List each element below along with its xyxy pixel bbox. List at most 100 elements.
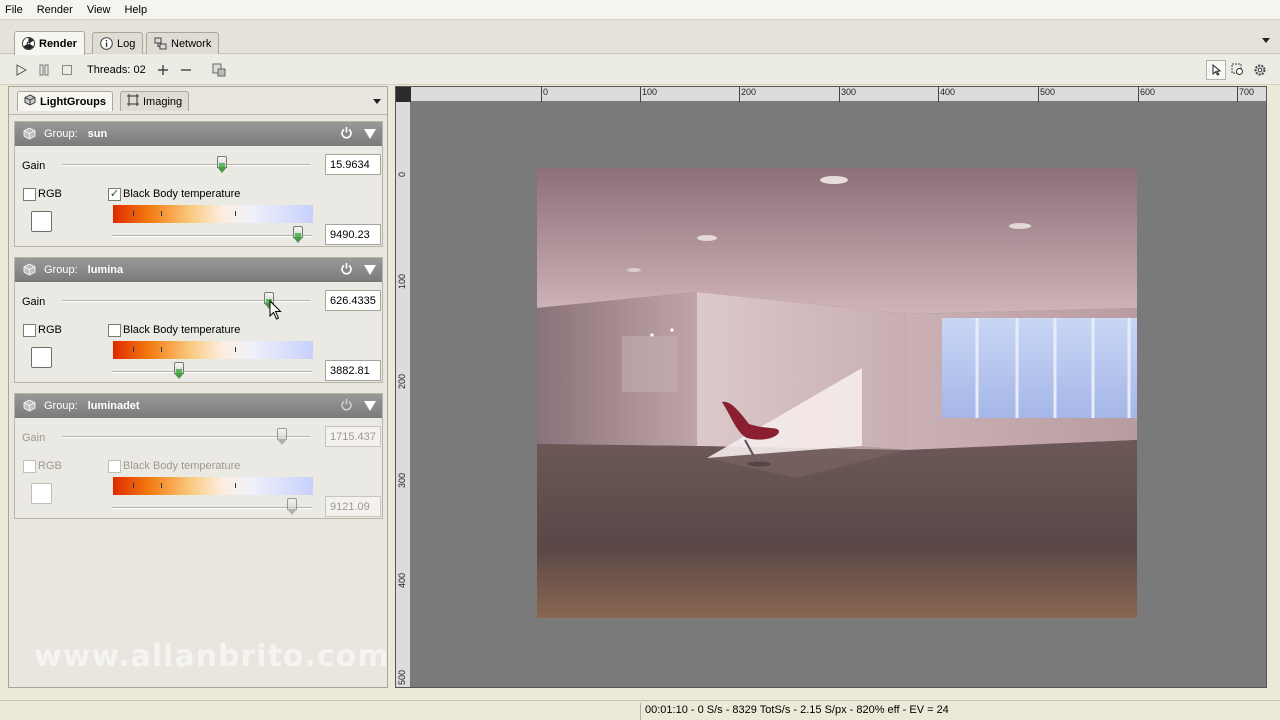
menu-view[interactable]: View bbox=[87, 4, 111, 16]
group-name: sun bbox=[87, 128, 108, 140]
info-icon bbox=[100, 37, 113, 50]
collapse-triangle-icon[interactable] bbox=[364, 265, 376, 275]
temperature-gradient bbox=[113, 205, 313, 223]
render-toolbar: Threads: 02 bbox=[0, 55, 1280, 85]
blackbody-checkbox[interactable] bbox=[108, 324, 121, 337]
render-viewport[interactable]: 0 100 200 300 400 500 600 700 0 100 200 … bbox=[395, 86, 1267, 688]
lightgroup-header[interactable]: Group: sun bbox=[15, 122, 382, 146]
color-swatch[interactable] bbox=[31, 347, 52, 368]
main-tab-bar: Render Log Network bbox=[0, 20, 1280, 55]
gain-label: Gain bbox=[22, 432, 46, 444]
temperature-value-field[interactable]: 9490.23 bbox=[325, 224, 381, 245]
collapse-triangle-icon[interactable] bbox=[364, 401, 376, 411]
ruler-label: 400 bbox=[397, 572, 407, 588]
temperature-slider-track[interactable] bbox=[112, 507, 312, 509]
blackbody-label: Black Body temperature bbox=[123, 188, 241, 200]
color-swatch[interactable] bbox=[31, 483, 52, 504]
temperature-slider-track[interactable] bbox=[112, 235, 312, 237]
tab-render-label: Render bbox=[39, 37, 77, 50]
temperature-slider-thumb[interactable] bbox=[287, 498, 297, 515]
watermark-text: www.allanbrito.com bbox=[34, 639, 390, 674]
lightgroup-header[interactable]: Group: luminadet bbox=[15, 394, 382, 418]
plus-icon[interactable] bbox=[154, 61, 172, 79]
temperature-slider-track[interactable] bbox=[112, 371, 312, 373]
lightgroup-header[interactable]: Group: lumina bbox=[15, 258, 382, 282]
group-name: lumina bbox=[87, 264, 124, 276]
ruler-label: 0 bbox=[543, 87, 549, 97]
tab-log[interactable]: Log bbox=[92, 32, 144, 54]
lightgroup-lumina: Group: lumina Gain 626.4335 RGB Black Bo… bbox=[14, 257, 383, 383]
threads-label: Threads: 02 bbox=[87, 63, 146, 76]
minus-icon[interactable] bbox=[177, 61, 195, 79]
tab-render[interactable]: Render bbox=[14, 31, 85, 55]
temperature-value-field[interactable]: 3882.81 bbox=[325, 360, 381, 381]
gain-value-field[interactable]: 1715.437 bbox=[325, 426, 381, 447]
tab-imaging-label: Imaging bbox=[143, 95, 183, 108]
menubar: File Render View Help bbox=[0, 0, 1280, 20]
group-label: Group: bbox=[44, 128, 78, 140]
pause-icon[interactable] bbox=[35, 61, 53, 79]
ruler-label: 300 bbox=[397, 472, 407, 488]
blackbody-label: Black Body temperature bbox=[123, 460, 241, 472]
lightgroup-cube-icon bbox=[22, 127, 36, 141]
group-label: Group: bbox=[44, 400, 78, 412]
gain-value-field[interactable]: 15.9634 bbox=[325, 154, 381, 175]
crop-icon bbox=[127, 94, 139, 109]
select-cursor-icon[interactable] bbox=[1206, 60, 1226, 80]
menu-render[interactable]: Render bbox=[37, 4, 73, 16]
panel-menu-arrow-icon[interactable] bbox=[373, 99, 381, 104]
temperature-slider-thumb[interactable] bbox=[174, 362, 184, 379]
temperature-slider-thumb[interactable] bbox=[293, 226, 303, 243]
lightgroup-cube-icon bbox=[22, 263, 36, 277]
play-icon[interactable] bbox=[12, 61, 30, 79]
collapse-triangle-icon[interactable] bbox=[364, 129, 376, 139]
gain-slider-thumb[interactable] bbox=[277, 428, 287, 445]
menu-file[interactable]: File bbox=[5, 4, 23, 16]
export-icon[interactable] bbox=[210, 61, 228, 79]
lightgroup-cube-icon bbox=[22, 399, 36, 413]
ruler-label: 500 bbox=[1040, 87, 1056, 97]
settings-gear-icon[interactable] bbox=[1250, 60, 1270, 80]
render-status-text: 00:01:10 - 0 S/s - 8329 TotS/s - 2.15 S/… bbox=[640, 703, 953, 720]
tab-network-label: Network bbox=[171, 37, 212, 50]
blackbody-label: Black Body temperature bbox=[123, 324, 241, 336]
ruler-label: 0 bbox=[397, 171, 407, 177]
rgb-checkbox[interactable] bbox=[23, 188, 36, 201]
stop-icon[interactable] bbox=[58, 61, 76, 79]
power-icon[interactable] bbox=[339, 262, 353, 276]
tab-network[interactable]: Network bbox=[146, 32, 220, 54]
panel-tab-bar: LightGroups Imaging bbox=[9, 87, 387, 115]
rgb-checkbox[interactable] bbox=[23, 460, 36, 473]
menu-help[interactable]: Help bbox=[124, 4, 147, 16]
rgb-checkbox[interactable] bbox=[23, 324, 36, 337]
lightgroup-luminadet: Group: luminadet Gain 1715.437 RGB Black… bbox=[14, 393, 383, 519]
lightgroups-panel: LightGroups Imaging Group: sun Gain 15.9… bbox=[8, 86, 390, 688]
tab-lightgroups[interactable]: LightGroups bbox=[17, 91, 113, 111]
color-swatch[interactable] bbox=[31, 211, 52, 232]
network-icon bbox=[154, 37, 167, 50]
tab-imaging[interactable]: Imaging bbox=[120, 91, 190, 111]
statusbar: 00:01:10 - 0 S/s - 8329 TotS/s - 2.15 S/… bbox=[0, 700, 1280, 720]
ruler-label: 400 bbox=[940, 87, 956, 97]
lightgroup-sun: Group: sun Gain 15.9634 RGB ✓ Black Body… bbox=[14, 121, 383, 247]
tab-lightgroups-label: LightGroups bbox=[40, 95, 106, 108]
mouse-cursor-icon bbox=[269, 300, 282, 320]
power-icon[interactable] bbox=[339, 398, 353, 412]
group-label: Group: bbox=[44, 264, 78, 276]
ruler-label: 200 bbox=[397, 373, 407, 389]
ruler-label: 100 bbox=[642, 87, 658, 97]
vertical-ruler: 0 100 200 300 400 500 bbox=[396, 87, 411, 687]
rgb-label: RGB bbox=[38, 324, 62, 336]
gain-slider-track[interactable] bbox=[62, 436, 310, 438]
zoom-icon[interactable] bbox=[1228, 60, 1248, 80]
horizontal-ruler: 0 100 200 300 400 500 600 700 bbox=[396, 87, 1266, 102]
group-name: luminadet bbox=[87, 400, 140, 412]
power-icon[interactable] bbox=[339, 126, 353, 140]
blackbody-checkbox[interactable]: ✓ bbox=[108, 188, 121, 201]
gain-slider-track[interactable] bbox=[62, 164, 310, 166]
blackbody-checkbox[interactable] bbox=[108, 460, 121, 473]
gain-slider-thumb[interactable] bbox=[217, 156, 227, 173]
temperature-value-field[interactable]: 9121.09 bbox=[325, 496, 381, 517]
gain-value-field[interactable]: 626.4335 bbox=[325, 290, 381, 311]
tab-menu-arrow-icon[interactable] bbox=[1262, 38, 1270, 43]
